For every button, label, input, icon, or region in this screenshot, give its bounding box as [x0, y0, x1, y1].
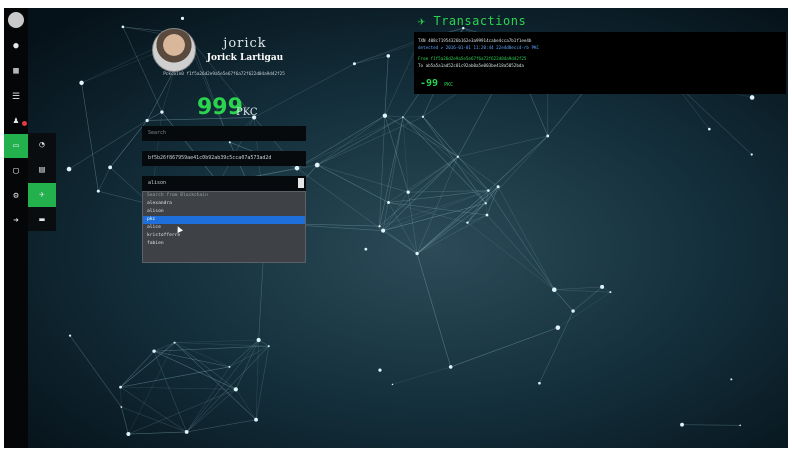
wallet-address: Pckcoin0 f1f5a26d2e9a5e5e67f6a72f622d04a…	[163, 72, 285, 77]
network-node	[119, 385, 122, 389]
card-icon[interactable]: ▤	[28, 158, 56, 182]
profile-full-name: Jorick Lartigau	[206, 53, 284, 63]
network-node	[386, 54, 391, 58]
network-node	[228, 141, 231, 144]
network-node	[730, 378, 733, 381]
network-node	[391, 383, 394, 386]
network-node	[484, 202, 487, 205]
network-node	[571, 309, 575, 313]
network-node	[381, 228, 386, 233]
recipient-select-value: alison	[148, 180, 167, 186]
network-node	[228, 365, 231, 368]
network-node	[121, 25, 125, 29]
network-node	[126, 432, 131, 437]
dropdown-option[interactable]: alison	[143, 208, 305, 216]
network-node	[79, 80, 84, 86]
wallet-submenu: ◔ ▤ ✈ ▬	[28, 133, 56, 231]
grid-icon[interactable]: ▦	[4, 59, 28, 83]
network-node	[421, 115, 425, 118]
network-node	[96, 189, 100, 193]
tx-line-status: detected ✔ 2016-01-01 11:20:44 22e4d8ecc…	[418, 45, 540, 50]
network-node	[485, 213, 489, 217]
network-node	[680, 422, 684, 427]
network-node	[406, 190, 410, 194]
dropdown-header: Search from Blockchain	[147, 193, 208, 198]
folder-open-icon[interactable]: ▬	[28, 208, 56, 232]
network-node	[382, 113, 388, 118]
dropdown-option[interactable]: alexandra	[143, 200, 305, 208]
chat-icon[interactable]: ☰	[4, 85, 28, 109]
network-node	[180, 16, 185, 20]
network-node	[750, 153, 753, 156]
tx-line-from: From f1f5a26d2e9a5e5e67f6a72f622d04a9d42…	[418, 56, 527, 61]
dropdown-option[interactable]: kristofferre	[143, 232, 305, 240]
network-node	[456, 155, 459, 158]
tx-amount: -99 PKC	[420, 78, 454, 89]
hash-field[interactable]: bf5b26f867959ae41c0b92ab39c5cca07a573ad2…	[142, 151, 306, 166]
recipient-dropdown: Search from Blockchain alexandra alison …	[142, 191, 306, 263]
network-node	[496, 185, 500, 189]
network-node	[487, 189, 490, 192]
dropdown-option-highlighted[interactable]: pkc	[143, 216, 305, 224]
send-icon: ✈	[418, 14, 426, 28]
network-node	[378, 225, 381, 228]
network-node	[708, 127, 711, 131]
network-node	[294, 165, 300, 171]
network-node	[555, 325, 561, 330]
dashboard-icon[interactable]: ◔	[28, 133, 56, 157]
network-node	[108, 165, 113, 170]
network-node	[466, 221, 469, 224]
select-scrollbar[interactable]	[298, 178, 304, 188]
network-node	[120, 406, 123, 408]
dropdown-option[interactable]: alice	[143, 224, 305, 232]
network-node	[415, 251, 419, 256]
balance-unit: PKC	[236, 107, 258, 118]
network-node	[378, 368, 382, 372]
transactions-title: ✈ Transactions	[418, 14, 527, 28]
network-node	[267, 345, 270, 348]
network-node	[145, 118, 149, 123]
tx-line-to: To ab5a5a1ad52c01c92ab0a5e003be418a5052b…	[418, 63, 524, 68]
profile-nickname: jorick	[223, 36, 267, 51]
network-node	[387, 201, 391, 205]
folder-icon[interactable]: ▢	[4, 159, 28, 183]
notification-badge	[22, 121, 27, 126]
network-node	[68, 334, 72, 337]
network-node	[364, 247, 368, 251]
app-screen: ● ▦ ☰ ♟ ▭ ▢ ⚙ ➜ ◔ ▤ ✈ ▬ jorick Jorick La…	[4, 8, 788, 448]
network-node	[66, 166, 72, 172]
tx-line-id: TXN 408c71954326b162e3a99914cabe4cca7b1f…	[418, 38, 532, 43]
transaction-card[interactable]: TXN 408c71954326b162e3a99914cabe4cca7b1f…	[414, 32, 786, 94]
sidebar: ● ▦ ☰ ♟ ▭ ▢ ⚙ ➜	[4, 8, 28, 448]
network-node	[254, 417, 258, 422]
network-node	[152, 349, 156, 353]
network-node	[402, 116, 404, 119]
network-node	[256, 337, 261, 343]
network-node	[600, 284, 605, 289]
wallet-icon[interactable]: ▭	[4, 134, 28, 158]
network-node	[609, 291, 612, 294]
network-node	[538, 381, 541, 385]
logout-icon[interactable]: ➜	[4, 209, 28, 233]
network-node	[749, 95, 755, 100]
network-node	[314, 162, 320, 168]
avatar-icon[interactable]	[4, 8, 28, 32]
network-node	[233, 387, 238, 392]
dropdown-option[interactable]: fabien	[143, 240, 305, 248]
settings-icon[interactable]: ⚙	[4, 184, 28, 208]
profile-avatar	[152, 28, 196, 72]
network-node	[448, 365, 453, 369]
network-node	[352, 62, 356, 66]
network-node	[546, 134, 550, 138]
network-node	[551, 287, 557, 292]
network-node	[184, 430, 189, 434]
search-input[interactable]: Search	[142, 126, 306, 141]
globe-icon[interactable]: ●	[4, 34, 28, 58]
network-node	[739, 424, 741, 427]
network-node	[160, 110, 164, 114]
send-icon[interactable]: ✈	[28, 183, 56, 207]
recipient-select[interactable]: alison	[142, 176, 306, 191]
network-node	[173, 341, 176, 344]
